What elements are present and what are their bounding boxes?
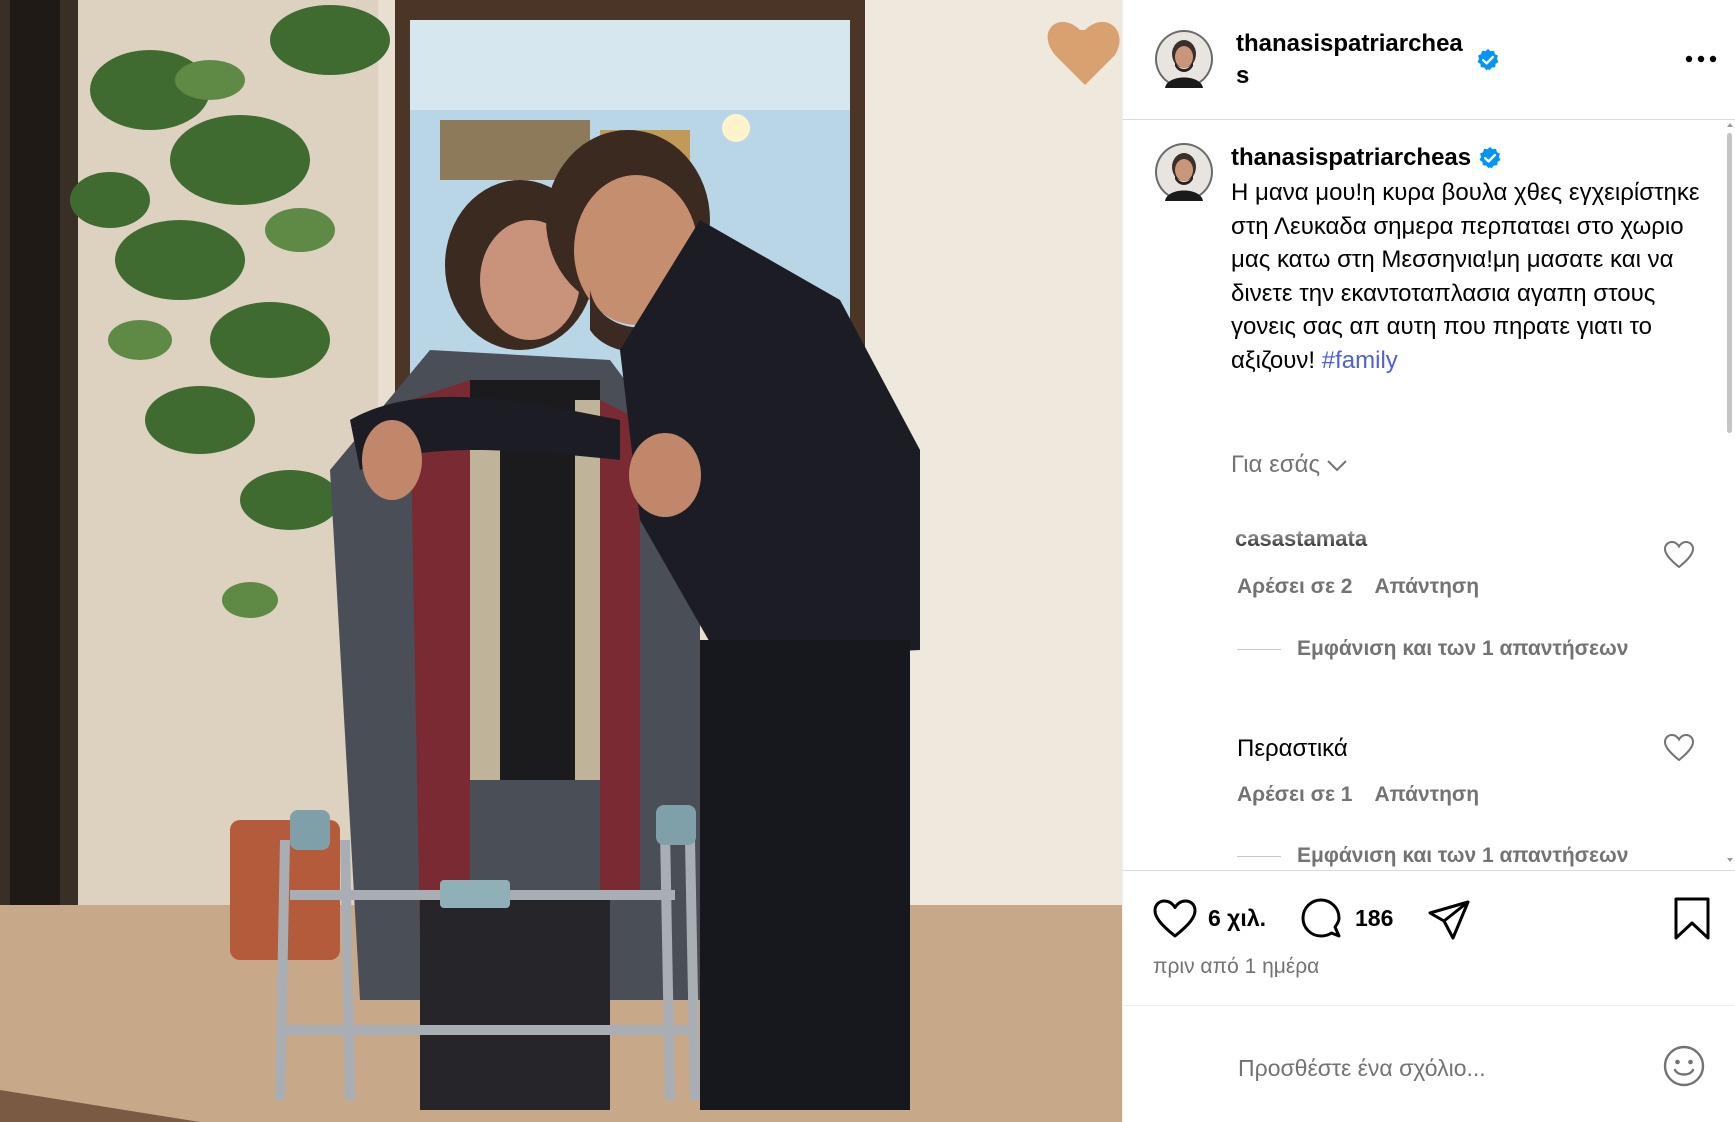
see-translation-toggle[interactable]: Για εσάς — [1231, 451, 1348, 479]
view-replies-label: Εμφάνιση και των 1 απαντήσεων — [1297, 637, 1629, 660]
caption-text: Η μανα μου!η κυρα βουλα χθες εγχειρίστηκ… — [1231, 179, 1700, 374]
reply-button[interactable]: Απάντηση — [1374, 575, 1479, 598]
comments-scroll-area[interactable]: thanasispatriarcheas Η μανα μου!η κυρα β… — [1123, 121, 1735, 870]
post-side-panel: thanasispatriarcheas thanasispatriarchea… — [1122, 0, 1735, 1122]
scroll-up-arrow-icon[interactable] — [1726, 121, 1734, 129]
heart-icon[interactable] — [1153, 899, 1197, 939]
verified-icon — [1476, 48, 1500, 72]
heart-icon[interactable] — [1663, 540, 1695, 569]
emoji-icon[interactable] — [1663, 1045, 1705, 1087]
comment-input[interactable] — [1238, 1050, 1638, 1086]
heart-icon[interactable] — [1663, 733, 1695, 762]
comment-fade-mask — [1223, 519, 1523, 549]
comment-likes[interactable]: Αρέσει σε 2 — [1237, 575, 1352, 598]
view-replies-button[interactable]: Εμφάνιση και των 1 απαντήσεων — [1237, 637, 1628, 661]
post-header: thanasispatriarcheas — [1123, 0, 1735, 120]
comment-meta: Αρέσει σε 1 Απάντηση — [1237, 783, 1501, 807]
likes-count[interactable]: 6 χιλ. — [1208, 905, 1266, 932]
comments-count[interactable]: 186 — [1355, 905, 1393, 932]
avatar[interactable] — [1155, 30, 1213, 88]
replies-divider — [1237, 855, 1281, 857]
comment-icon[interactable] — [1299, 898, 1343, 942]
view-replies-button[interactable]: Εμφάνιση και των 1 απαντήσεων — [1237, 844, 1628, 868]
reply-button[interactable]: Απάντηση — [1374, 783, 1479, 806]
scrollbar-thumb[interactable] — [1727, 133, 1732, 433]
scrollbar[interactable] — [1726, 121, 1734, 870]
header-username[interactable]: thanasispatriarcheas — [1236, 28, 1476, 92]
post-timestamp[interactable]: πριν από 1 ημέρα — [1153, 955, 1319, 979]
share-icon[interactable] — [1427, 898, 1471, 942]
translate-label: Για εσάς — [1231, 451, 1321, 478]
verified-icon — [1478, 146, 1502, 170]
photo-illustration — [0, 0, 1122, 1122]
more-icon[interactable] — [1681, 44, 1721, 74]
scroll-down-arrow-icon[interactable] — [1726, 856, 1734, 864]
post-photo[interactable] — [0, 0, 1122, 1122]
caption-avatar[interactable] — [1155, 143, 1213, 201]
composer-divider — [1123, 1005, 1735, 1006]
hashtag-link[interactable]: #family — [1322, 347, 1398, 374]
bookmark-icon[interactable] — [1673, 897, 1711, 941]
comment-likes[interactable]: Αρέσει σε 1 — [1237, 783, 1352, 806]
post-caption: Η μανα μου!η κυρα βουλα χθες εγχειρίστηκ… — [1231, 176, 1711, 377]
comment-text: Περαστικά — [1237, 735, 1348, 762]
caption-username[interactable]: thanasispatriarcheas — [1231, 143, 1471, 173]
replies-divider — [1237, 648, 1281, 650]
comment-meta: Αρέσει σε 2 Απάντηση — [1237, 575, 1501, 599]
view-replies-label: Εμφάνιση και των 1 απαντήσεων — [1297, 844, 1629, 867]
chevron-down-icon — [1327, 459, 1347, 472]
